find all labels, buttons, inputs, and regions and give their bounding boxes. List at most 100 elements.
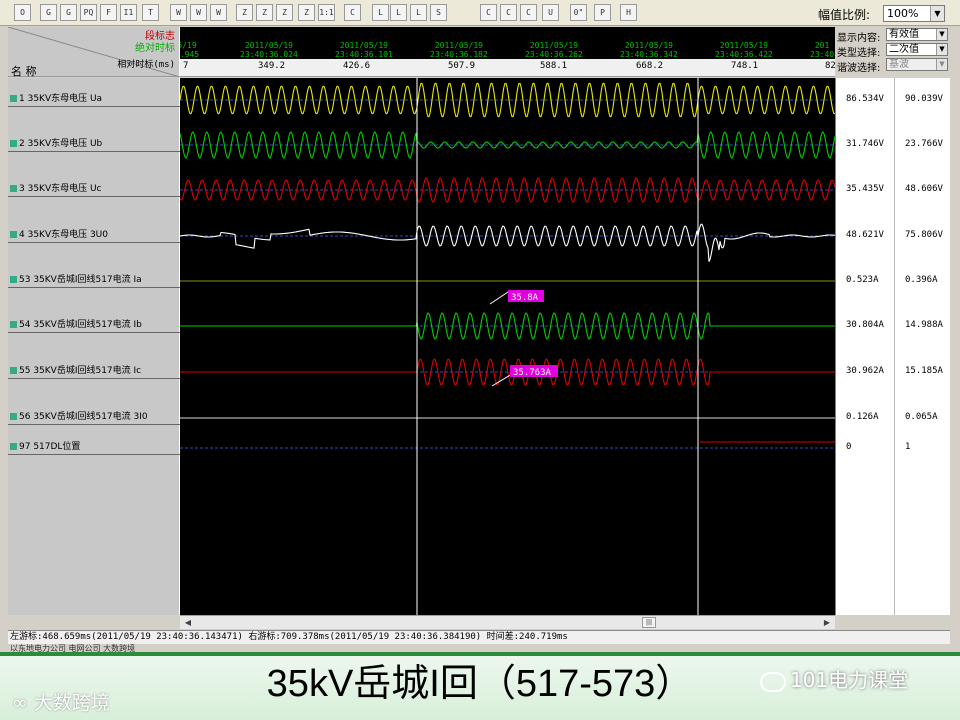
- timeline-absolute-tick: 2011/05/19 23:40:36.024: [240, 41, 298, 59]
- absolute-time-label: 绝对时标: [135, 43, 175, 54]
- toolbar-button-pq-icon[interactable]: PQ: [80, 4, 97, 21]
- toolbar-button-11-icon[interactable]: 1:1: [318, 4, 335, 21]
- horizontal-scrollbar[interactable]: ◀ ||| ▶: [180, 615, 835, 629]
- scroll-left-icon[interactable]: ◀: [182, 617, 194, 629]
- channel-label[interactable]: 55 35KV岳城Ⅰ回线517电流 Ic: [8, 365, 180, 379]
- channel-swatch-icon: [10, 231, 17, 238]
- toolbar-button-grid-icon[interactable]: G: [40, 4, 57, 21]
- toolbar-button-lista-icon[interactable]: L: [372, 4, 389, 21]
- logo-left: ∞ 大数跨境: [12, 688, 110, 715]
- toolbar-button-zoomhin-icon[interactable]: Z: [276, 4, 293, 21]
- channel-name: 56 35KV岳城Ⅰ回线517电流 3I0: [19, 412, 148, 422]
- channel-name: 2 35KV东母电压 Ub: [19, 139, 103, 149]
- toolbar-button-waveb-icon[interactable]: W: [190, 4, 207, 21]
- toolbar-button-wavea-icon[interactable]: W: [170, 4, 187, 21]
- chevron-down-icon[interactable]: ▼: [930, 6, 944, 21]
- timeline-time: 23:40:36.101: [335, 50, 393, 59]
- channel-swatch-icon: [10, 413, 17, 420]
- name-column-label: 名 称: [11, 65, 37, 78]
- right-cursor-value: 23.766V: [905, 139, 943, 149]
- toolbar: O G G PQ F I1 T W W W Z Z Z Z 1:1 C L L L S C C C U 0" P H 幅值比例: 1…: [0, 0, 960, 26]
- channel-label[interactable]: 53 35KV岳城Ⅰ回线517电流 Ia: [8, 274, 180, 288]
- timeline-time: 23:40:36.422: [715, 50, 773, 59]
- channel-name: 55 35KV岳城Ⅰ回线517电流 Ic: [19, 366, 142, 376]
- display-content-select[interactable]: 有效值 ▼: [886, 28, 948, 41]
- toolbar-button-table-icon[interactable]: T: [142, 4, 159, 21]
- scroll-right-icon[interactable]: ▶: [821, 617, 833, 629]
- toolbar-button-settings-icon[interactable]: S: [430, 4, 447, 21]
- relative-time-label: 相对时标(ms): [117, 60, 175, 70]
- channel-label[interactable]: 2 35KV东母电压 Ub: [8, 138, 180, 152]
- channel-label[interactable]: 97 517DL位置: [8, 441, 180, 455]
- chevron-down-icon[interactable]: ▼: [936, 29, 947, 40]
- display-controls: 显示内容: 有效值 ▼ 类型选择: 二次值 ▼ 谐波选择: 基波 ▼: [835, 27, 950, 77]
- toolbar-button-open-icon[interactable]: O: [14, 4, 31, 21]
- channel-list: 1 35KV东母电压 Ua 2 35KV东母电压 Ub 3 35KV东母电压 Uc 4…: [8, 78, 180, 615]
- timeline-ms-tick: 507.9: [448, 61, 476, 71]
- scale-select[interactable]: 100% ▼: [883, 5, 945, 22]
- waveform-area[interactable]: 35.8A 35.763A: [180, 78, 835, 615]
- toolbar-button-cursorc-icon[interactable]: C: [520, 4, 537, 21]
- channel-swatch-icon: [10, 276, 17, 283]
- type-select-label: 类型选择:: [837, 48, 881, 59]
- channel-name: 53 35KV岳城Ⅰ回线517电流 Ia: [19, 275, 142, 285]
- channel-label[interactable]: 56 35KV岳城Ⅰ回线517电流 3I0: [8, 411, 180, 425]
- timeline-ms-tick: 7: [183, 61, 189, 71]
- toolbar-button-wavec-icon[interactable]: W: [210, 4, 227, 21]
- toolbar-button-cursora-icon[interactable]: C: [480, 4, 497, 21]
- waveform-3u0: [180, 223, 835, 262]
- toolbar-button-print-icon[interactable]: P: [594, 4, 611, 21]
- toolbar-button-0-icon[interactable]: 0": [570, 4, 587, 21]
- chevron-down-icon[interactable]: ▼: [936, 44, 947, 55]
- toolbar-button-check-icon[interactable]: C: [344, 4, 361, 21]
- scroll-thumb[interactable]: |||: [642, 617, 656, 628]
- timeline-date: 2011/05/19: [624, 41, 673, 50]
- timeline-absolute-tick: 2011/05/19 23:40:36.422: [715, 41, 773, 59]
- timeline-date: 2011/05/19: [244, 41, 293, 50]
- left-cursor-value: 0.523A: [846, 275, 879, 285]
- timeline-absolute-tick: 5/190.945: [180, 41, 199, 59]
- waveform-canvas[interactable]: 35.8A 35.763A: [180, 78, 835, 615]
- channel-label[interactable]: 3 35KV东母电压 Uc: [8, 183, 180, 197]
- channel-label[interactable]: 54 35KV岳城Ⅰ回线517电流 Ib: [8, 319, 180, 333]
- toolbar-button-help-icon[interactable]: H: [620, 4, 637, 21]
- toolbar-button-undo-icon[interactable]: U: [542, 4, 559, 21]
- timeline-ms-tick: 82: [825, 61, 835, 71]
- toolbar-button-grid2-icon[interactable]: G: [60, 4, 77, 21]
- channel-name: 4 35KV东母电压 3U0: [19, 230, 108, 240]
- toolbar-button-zoomhout-icon[interactable]: Z: [298, 4, 315, 21]
- logo-right: 101电力课堂: [760, 664, 908, 693]
- channel-swatch-icon: [10, 367, 17, 374]
- timeline-ms-tick: 588.1: [540, 61, 568, 71]
- right-cursor-value: 15.185A: [905, 366, 943, 376]
- channel-swatch-icon: [10, 321, 17, 328]
- display-content-label: 显示内容:: [837, 33, 881, 44]
- chevron-down-icon[interactable]: ▼: [936, 59, 947, 70]
- left-cursor-value: 0.126A: [846, 412, 879, 422]
- toolbar-button-cursorb-icon[interactable]: C: [500, 4, 517, 21]
- toolbar-button-listb-icon[interactable]: L: [390, 4, 407, 21]
- harmonic-select-label: 谐波选择:: [837, 63, 881, 74]
- header-labels: 段标志 绝对时标 相对时标(ms) 名 称: [8, 27, 180, 78]
- scale-value: 100%: [887, 7, 919, 20]
- toolbar-button-zoomvout-icon[interactable]: Z: [256, 4, 273, 21]
- type-select[interactable]: 二次值 ▼: [886, 43, 948, 56]
- channel-swatch-icon: [10, 140, 17, 147]
- channel-swatch-icon: [10, 95, 17, 102]
- logo-right-text: 101电力课堂: [790, 668, 909, 692]
- toolbar-button-listc-icon[interactable]: L: [410, 4, 427, 21]
- timeline-absolute-tick: 201 23:40: [810, 41, 834, 59]
- timeline-ms-tick: 349.2: [258, 61, 286, 71]
- timeline-date: 2011/05/19: [434, 41, 483, 50]
- toolbar-button-f-icon[interactable]: F: [100, 4, 117, 21]
- toolbar-button-i1-icon[interactable]: I1: [120, 4, 137, 21]
- timeline-absolute-tick: 2011/05/19 23:40:36.262: [525, 41, 583, 59]
- harmonic-select-value: 基波: [889, 59, 909, 70]
- channel-label[interactable]: 4 35KV东母电压 3U0: [8, 229, 180, 243]
- right-cursor-value: 1: [905, 442, 911, 452]
- left-cursor-value: 30.804A: [846, 320, 884, 330]
- channel-label[interactable]: 1 35KV东母电压 Ua: [8, 93, 180, 107]
- harmonic-select[interactable]: 基波 ▼: [886, 58, 948, 71]
- toolbar-button-zoomvin-icon[interactable]: Z: [236, 4, 253, 21]
- channel-swatch-icon: [10, 185, 17, 192]
